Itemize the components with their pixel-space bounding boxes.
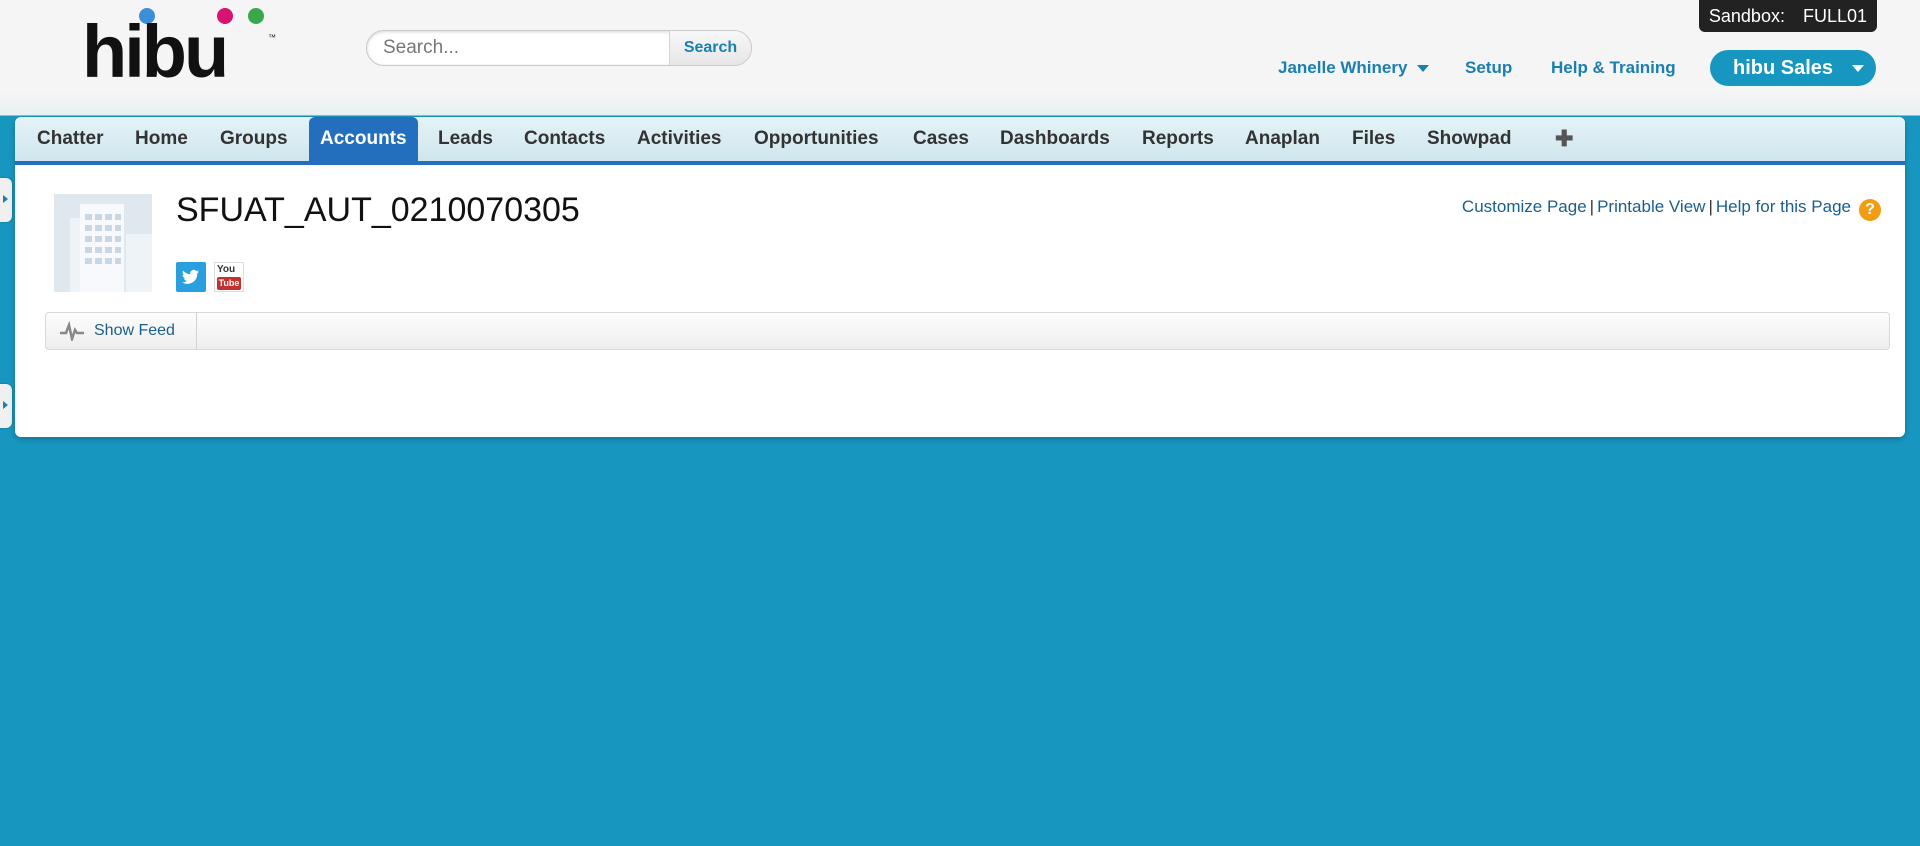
tab-activities[interactable]: Activities	[637, 117, 721, 161]
tab-contacts[interactable]: Contacts	[524, 117, 605, 161]
help-training-link[interactable]: Help & Training	[1551, 58, 1676, 78]
account-building-icon	[54, 194, 152, 292]
chevron-down-icon	[1852, 65, 1864, 72]
app-switcher-button[interactable]: hibu Sales	[1710, 50, 1876, 86]
help-icon[interactable]: ?	[1859, 199, 1881, 221]
link-separator: |	[1589, 197, 1595, 216]
tab-groups[interactable]: Groups	[220, 117, 288, 161]
tab-files[interactable]: Files	[1352, 117, 1395, 161]
add-tab-icon[interactable]: ✚	[1555, 117, 1573, 161]
show-feed-label: Show Feed	[94, 322, 175, 339]
user-name: Janelle Whinery	[1278, 58, 1408, 77]
tab-opportunities[interactable]: Opportunities	[754, 117, 879, 161]
search-button[interactable]: Search	[669, 31, 751, 65]
youtube-text-you: You	[217, 264, 236, 275]
show-feed-button[interactable]: Show Feed	[46, 313, 197, 349]
tab-anaplan[interactable]: Anaplan	[1245, 117, 1320, 161]
tab-accounts[interactable]: Accounts	[309, 117, 418, 161]
tab-reports[interactable]: Reports	[1142, 117, 1214, 161]
sandbox-label: Sandbox:	[1708, 6, 1785, 26]
app-name: hibu Sales	[1733, 57, 1834, 79]
tab-dashboards[interactable]: Dashboards	[1000, 117, 1110, 161]
record-title: SFUAT_AUT_0210070305	[176, 191, 580, 229]
svg-text:™: ™	[268, 33, 276, 42]
youtube-text-tube: Tube	[217, 277, 241, 290]
youtube-icon[interactable]: You Tube	[214, 262, 244, 292]
tab-home[interactable]: Home	[135, 117, 188, 161]
search-input[interactable]	[367, 31, 683, 65]
sandbox-name: FULL01	[1802, 6, 1867, 26]
tab-cases[interactable]: Cases	[913, 117, 969, 161]
tab-chatter[interactable]: Chatter	[37, 117, 104, 161]
feed-pulse-icon	[60, 321, 84, 341]
link-separator: |	[1708, 197, 1713, 216]
feed-bar: Show Feed	[45, 312, 1890, 350]
sidebar-toggle-handle[interactable]	[0, 384, 12, 428]
help-page-link[interactable]: Help for this Page	[1716, 197, 1851, 216]
setup-link[interactable]: Setup	[1465, 58, 1512, 78]
customize-page-link[interactable]: Customize Page	[1462, 197, 1587, 216]
user-menu[interactable]: Janelle Whinery	[1278, 58, 1430, 78]
sandbox-badge: Sandbox: FULL01	[1698, 0, 1877, 32]
hibu-logo: hibu ™	[82, 8, 276, 82]
tab-leads[interactable]: Leads	[438, 117, 493, 161]
tab-bar: Chatter Home Groups Accounts Leads Conta…	[15, 117, 1905, 165]
main-panel: Chatter Home Groups Accounts Leads Conta…	[15, 117, 1905, 437]
printable-view-link[interactable]: Printable View	[1597, 197, 1705, 216]
tab-showpad[interactable]: Showpad	[1427, 117, 1511, 161]
svg-text:hibu: hibu	[82, 10, 226, 82]
sidebar-toggle-handle[interactable]	[0, 178, 12, 222]
twitter-icon[interactable]	[176, 262, 206, 292]
page-links: Customize Page | Printable View | Help for t…	[1462, 197, 1881, 221]
search-box: Search	[366, 30, 752, 66]
chevron-down-icon	[1417, 65, 1430, 73]
